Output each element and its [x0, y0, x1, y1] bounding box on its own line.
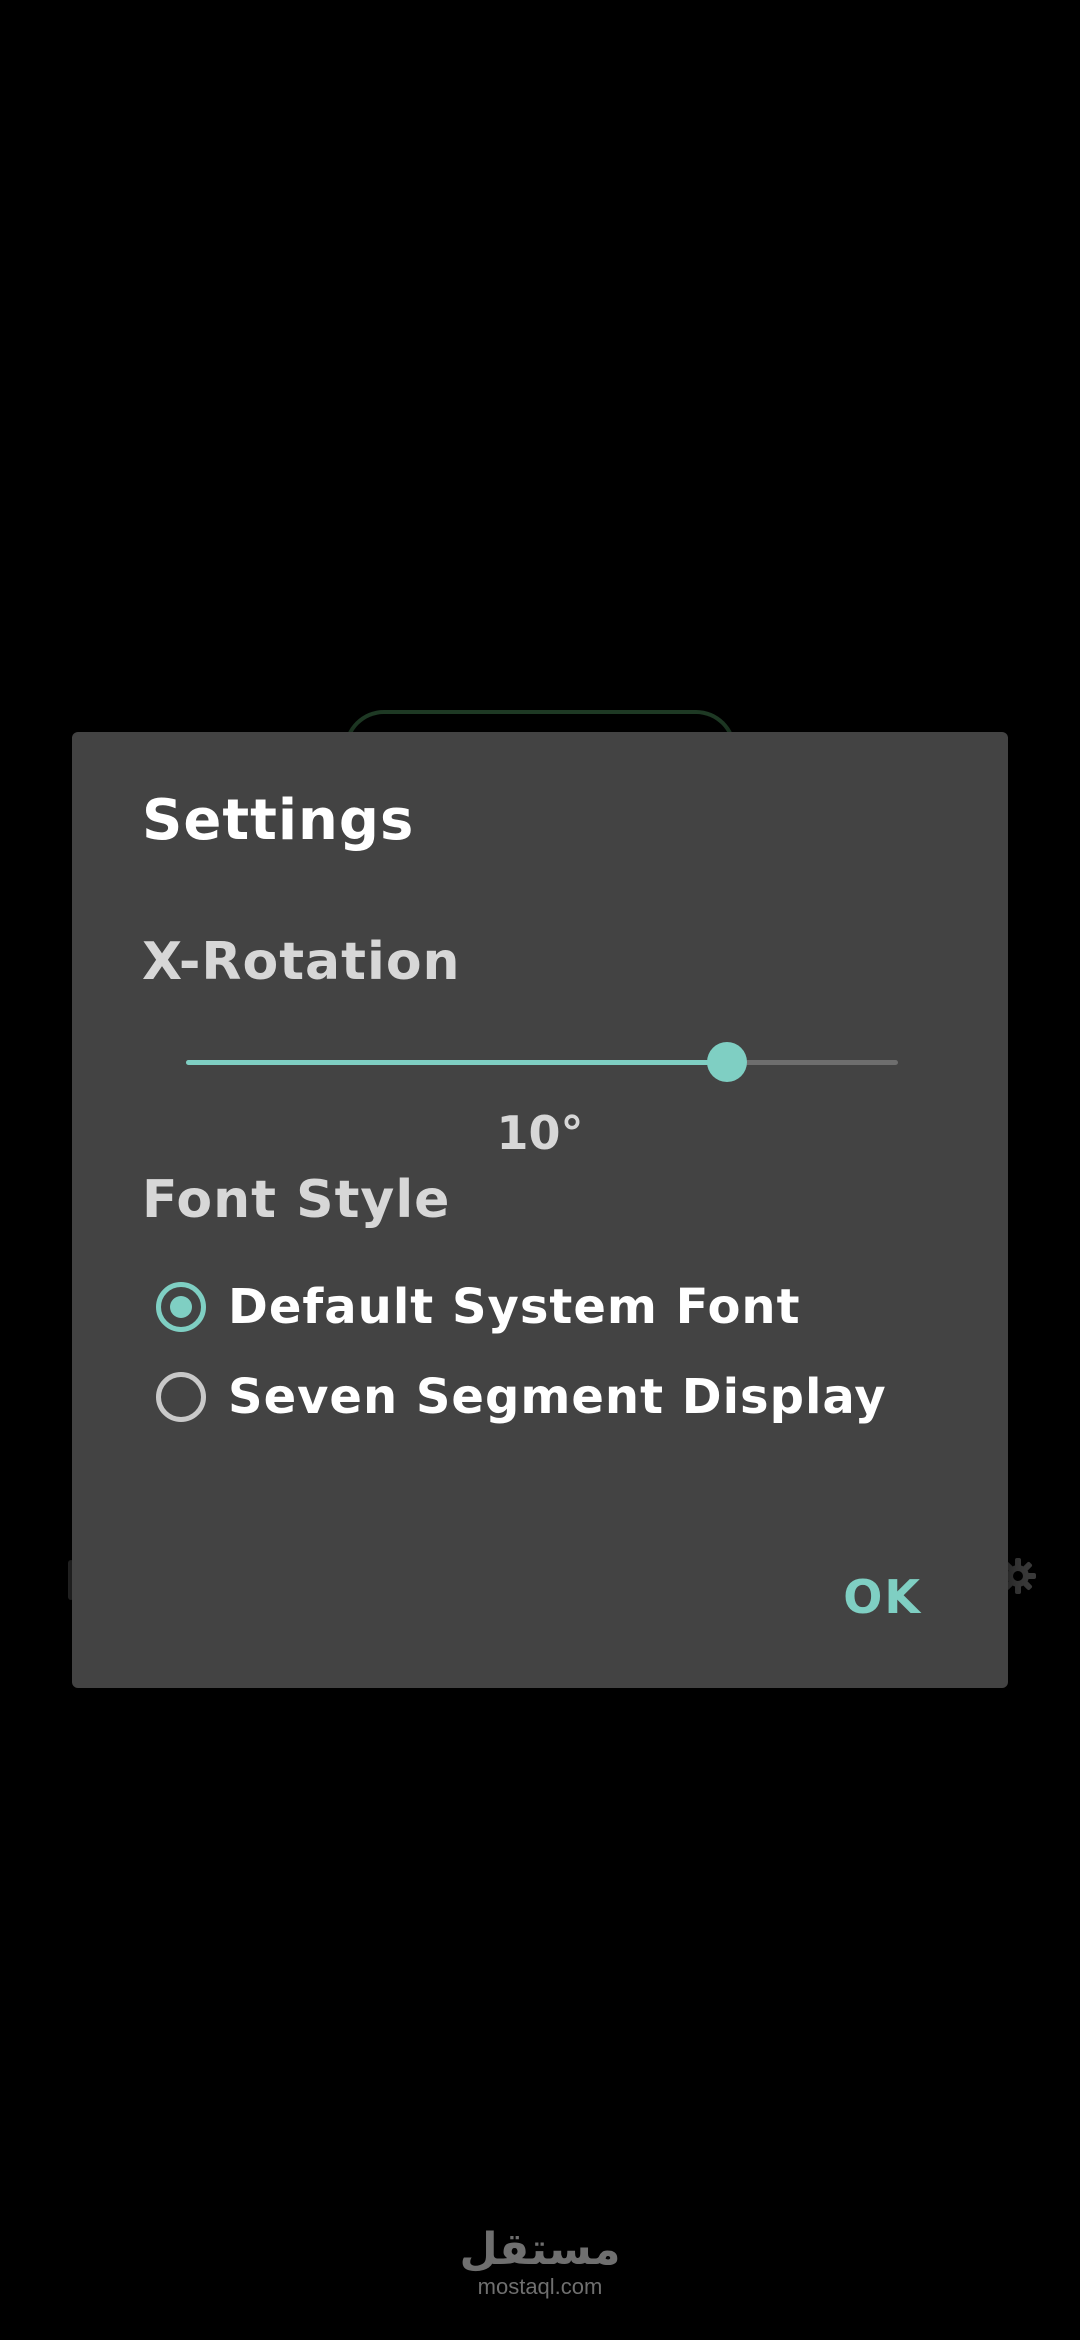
- watermark-arabic-text: مستقل: [459, 2224, 621, 2275]
- watermark: مستقل mostaql.com: [0, 2226, 1080, 2300]
- x-rotation-value: 10°: [496, 1106, 584, 1160]
- radio-button-seven-segment-display[interactable]: [156, 1372, 206, 1422]
- ok-button[interactable]: OK: [843, 1570, 922, 1624]
- font-style-label: Font Style: [142, 1170, 451, 1230]
- watermark-latin-text: mostaql.com: [477, 2274, 603, 2299]
- slider-thumb[interactable]: [707, 1042, 748, 1082]
- slider-fill: [186, 1060, 728, 1065]
- radio-label-seven-segment-display[interactable]: Seven Segment Display: [228, 1369, 887, 1425]
- radio-option-default-system-font[interactable]: Default System Font: [156, 1272, 801, 1342]
- x-rotation-slider[interactable]: [186, 1032, 898, 1092]
- x-rotation-label: X-Rotation: [142, 932, 461, 992]
- radio-label-default-system-font[interactable]: Default System Font: [228, 1279, 801, 1335]
- radio-button-default-system-font[interactable]: [156, 1282, 206, 1332]
- dialog-title: Settings: [142, 788, 415, 853]
- settings-dialog: Settings X-Rotation 10° Font Style Defau…: [72, 732, 1008, 1688]
- radio-option-seven-segment-display[interactable]: Seven Segment Display: [156, 1362, 887, 1432]
